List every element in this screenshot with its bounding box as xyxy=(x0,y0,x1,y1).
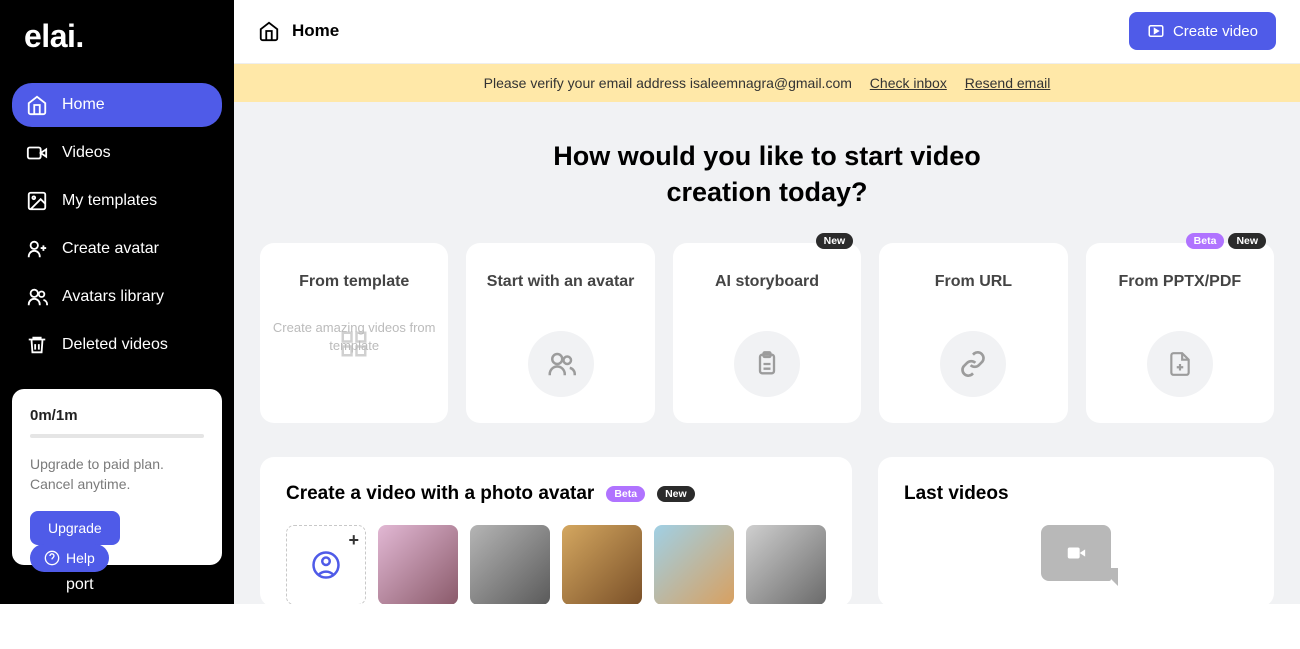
clipboard-icon xyxy=(734,331,800,397)
avatar-thumb[interactable] xyxy=(746,525,826,604)
home-icon xyxy=(26,94,48,116)
nav: Home Videos My templates Create avatar A… xyxy=(12,83,222,367)
resend-email-link[interactable]: Resend email xyxy=(965,75,1051,91)
upgrade-text: Upgrade to paid plan. Cancel anytime. xyxy=(30,454,204,495)
main: Home Create video Please verify your ema… xyxy=(234,0,1300,604)
avatar-thumb[interactable] xyxy=(378,525,458,604)
card-title: Start with an avatar xyxy=(487,271,635,315)
nav-videos[interactable]: Videos xyxy=(12,131,222,175)
nav-create-avatar[interactable]: Create avatar xyxy=(12,227,222,271)
card-title: AI storyboard xyxy=(715,271,819,315)
card-url[interactable]: From URL xyxy=(879,243,1067,423)
heading: How would you like to start videocreatio… xyxy=(260,138,1274,211)
row2: Create a video with a photo avatar Beta … xyxy=(260,457,1274,604)
card-template[interactable]: From template Create amazing videos from… xyxy=(260,243,448,423)
nav-templates[interactable]: My templates xyxy=(12,179,222,223)
video-icon xyxy=(26,142,48,164)
nav-discuss[interactable]: Discuss xyxy=(12,605,222,649)
nav-label: Discuss xyxy=(62,618,118,636)
breadcrumb: Home xyxy=(258,20,339,42)
panel-title: Create a video with a photo avatar xyxy=(286,483,594,505)
beta-badge: Beta xyxy=(606,486,645,502)
plus-video-icon xyxy=(1147,22,1165,40)
image-icon xyxy=(26,190,48,212)
card-storyboard[interactable]: New AI storyboard xyxy=(673,243,861,423)
topbar: Home Create video xyxy=(234,0,1300,64)
nav-label: Home xyxy=(62,96,105,114)
nav-deleted[interactable]: Deleted videos xyxy=(12,323,222,367)
sidebar: elai. Home Videos My templates Create av… xyxy=(0,0,234,604)
upgrade-card: 0m/1m Upgrade to paid plan. Cancel anyti… xyxy=(12,389,222,565)
panel-title: Last videos xyxy=(904,483,1248,505)
usage-bar xyxy=(30,434,204,438)
upgrade-button[interactable]: Upgrade xyxy=(30,511,120,545)
avatar-thumb[interactable] xyxy=(470,525,550,604)
beta-badge: Beta xyxy=(1186,233,1225,249)
empty-video-icon xyxy=(1041,525,1111,581)
nav-home[interactable]: Home xyxy=(12,83,222,127)
plus-icon: + xyxy=(348,530,359,551)
last-videos-panel: Last videos xyxy=(878,457,1274,604)
card-title: From template xyxy=(299,271,409,315)
create-label: Create video xyxy=(1173,23,1258,40)
create-video-button[interactable]: Create video xyxy=(1129,12,1276,50)
page-title: Home xyxy=(292,21,339,41)
new-badge: New xyxy=(816,233,854,249)
link-icon xyxy=(940,331,1006,397)
nav-avatars-library[interactable]: Avatars library xyxy=(12,275,222,319)
nav-label: Videos xyxy=(62,144,111,162)
card-sub: Create amazing videos from template xyxy=(260,319,448,357)
check-inbox-link[interactable]: Check inbox xyxy=(870,75,947,91)
new-badge: New xyxy=(1228,233,1266,249)
usage-text: 0m/1m xyxy=(30,407,204,424)
avatar-thumb[interactable] xyxy=(654,525,734,604)
card-avatar[interactable]: Start with an avatar xyxy=(466,243,654,423)
new-badge: New xyxy=(657,486,695,502)
help-button[interactable]: Help xyxy=(30,544,109,572)
file-icon xyxy=(1147,331,1213,397)
verify-banner: Please verify your email address isaleem… xyxy=(234,64,1300,102)
chat-icon xyxy=(26,616,48,638)
users-icon xyxy=(528,331,594,397)
card-title: From PPTX/PDF xyxy=(1118,271,1241,315)
banner-msg: Please verify your email address isaleem… xyxy=(484,75,852,91)
card-title: From URL xyxy=(935,271,1012,315)
nav-label: My templates xyxy=(62,192,157,210)
nav-label: Create avatar xyxy=(62,240,159,258)
help-label: Help xyxy=(66,550,95,566)
photo-avatar-panel: Create a video with a photo avatar Beta … xyxy=(260,457,852,604)
logo: elai. xyxy=(24,18,222,55)
nav-label: port xyxy=(66,576,94,594)
trash-icon xyxy=(26,334,48,356)
user-plus-icon xyxy=(26,238,48,260)
content: How would you like to start videocreatio… xyxy=(234,102,1300,604)
add-avatar-button[interactable]: + xyxy=(286,525,366,604)
help-icon xyxy=(44,550,60,566)
nav-label: Deleted videos xyxy=(62,336,168,354)
avatar-thumb[interactable] xyxy=(562,525,642,604)
nav-label: Avatars library xyxy=(62,288,164,306)
avatar-list: + xyxy=(286,525,826,604)
bottom-nav: port Discuss xyxy=(12,565,222,649)
users-icon xyxy=(26,286,48,308)
home-icon xyxy=(258,20,280,42)
start-cards: From template Create amazing videos from… xyxy=(260,243,1274,423)
card-pptx[interactable]: Beta New From PPTX/PDF xyxy=(1086,243,1274,423)
